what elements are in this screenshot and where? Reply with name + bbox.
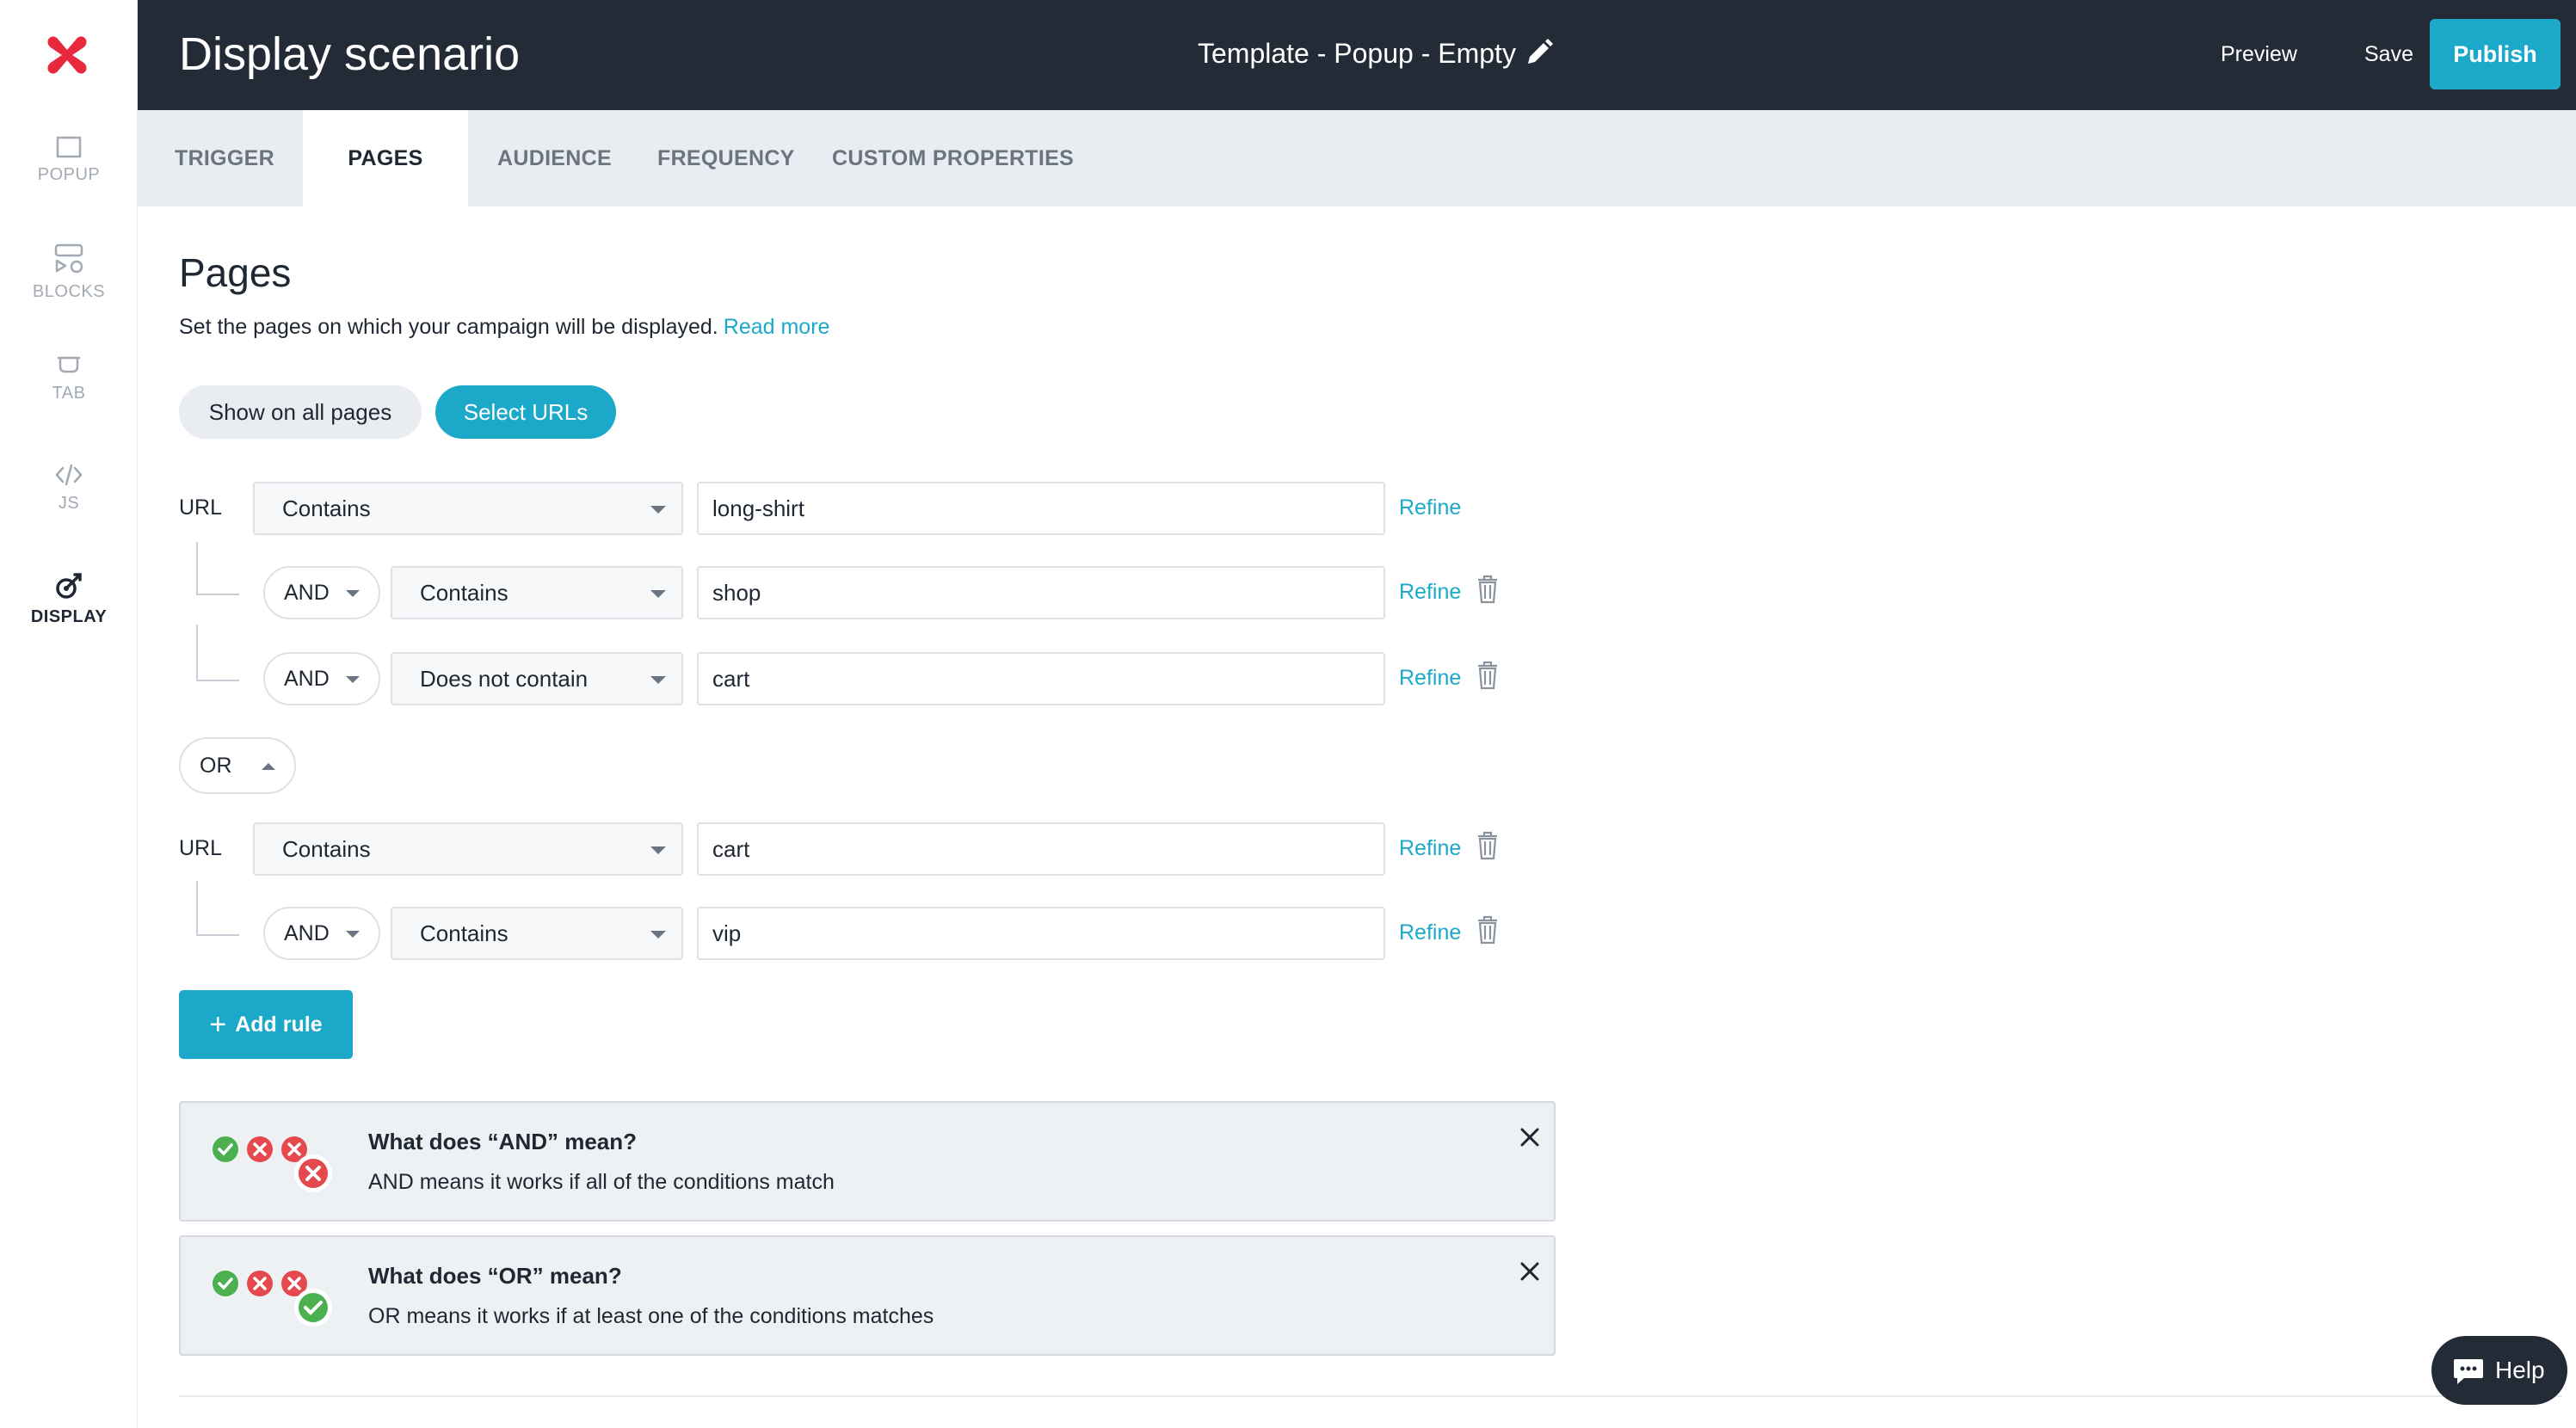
operator-select[interactable]: AND — [263, 907, 380, 960]
trash-icon[interactable] — [1476, 575, 1499, 604]
url-value-input[interactable] — [697, 482, 1385, 535]
sidebar-item-tab[interactable]: TAB — [0, 354, 138, 449]
blocks-icon — [54, 243, 83, 274]
publish-button[interactable]: Publish — [2430, 19, 2561, 89]
refine-link[interactable]: Refine — [1399, 836, 1461, 861]
popup-icon — [56, 136, 82, 158]
refine-link[interactable]: Refine — [1399, 495, 1461, 520]
condition-value: Contains — [282, 495, 371, 521]
help-label: Help — [2495, 1357, 2545, 1383]
condition-result-icons — [213, 1136, 332, 1192]
condition-select[interactable]: Contains — [391, 566, 683, 619]
info-text: AND means it works if all of the conditi… — [368, 1170, 835, 1194]
add-rule-button[interactable]: + Add rule — [179, 990, 353, 1059]
operator-value: AND — [284, 921, 330, 945]
info-title: What does “OR” mean? — [368, 1263, 622, 1289]
plus-icon: + — [209, 1007, 227, 1041]
condition-value: Does not contain — [420, 666, 589, 692]
trash-icon[interactable] — [1476, 661, 1499, 690]
tab-icon — [58, 356, 80, 373]
info-text: OR means it works if at least one of the… — [368, 1304, 934, 1328]
group-operator-select[interactable]: OR — [179, 737, 296, 794]
chat-icon — [2454, 1359, 2483, 1384]
rule-connector — [196, 625, 239, 681]
pencil-icon[interactable] — [1525, 38, 1554, 67]
chevron-up-icon — [262, 763, 275, 770]
operator-value: AND — [284, 667, 330, 691]
info-box-and: What does “AND” mean? AND means it works… — [179, 1101, 1556, 1222]
app-logo — [47, 36, 87, 74]
close-icon[interactable] — [1514, 1256, 1545, 1287]
condition-value: Contains — [420, 580, 508, 606]
save-button[interactable]: Save — [2364, 42, 2413, 67]
sidebar-item-popup[interactable]: POPUP — [0, 136, 138, 231]
left-sidebar: POPUP BLOCKS TAB JS DISPLAY — [0, 0, 138, 1428]
rule-connector — [196, 881, 239, 936]
chevron-down-icon — [650, 506, 666, 514]
description-text: Set the pages on which your campaign wil… — [179, 315, 718, 339]
condition-select[interactable]: Does not contain — [391, 652, 683, 705]
section-description: Set the pages on which your campaign wil… — [179, 315, 829, 340]
sidebar-item-label: BLOCKS — [32, 282, 106, 301]
sidebar-item-display[interactable]: DISPLAY — [0, 571, 138, 666]
refine-link[interactable]: Refine — [1399, 920, 1461, 945]
condition-value: Contains — [420, 920, 508, 946]
refine-link[interactable]: Refine — [1399, 580, 1461, 605]
condition-select[interactable]: Contains — [253, 822, 683, 876]
page-title: Display scenario — [179, 28, 521, 80]
url-value-input[interactable] — [697, 566, 1385, 619]
operator-select[interactable]: AND — [263, 566, 380, 619]
tab-audience[interactable]: AUDIENCE — [497, 110, 612, 206]
chevron-down-icon — [650, 931, 666, 939]
chevron-down-icon — [346, 931, 360, 938]
tab-trigger[interactable]: TRIGGER — [175, 110, 274, 206]
tab-custom-properties[interactable]: CUSTOM PROPERTIES — [832, 110, 1074, 206]
chevron-down-icon — [650, 676, 666, 684]
sidebar-item-label: TAB — [52, 384, 86, 403]
url-value-input[interactable] — [697, 652, 1385, 705]
condition-select[interactable]: Contains — [391, 907, 683, 960]
refine-link[interactable]: Refine — [1399, 666, 1461, 691]
sidebar-item-blocks[interactable]: BLOCKS — [0, 243, 138, 337]
chevron-down-icon — [346, 590, 360, 597]
url-value-input[interactable] — [697, 907, 1385, 960]
trash-icon[interactable] — [1476, 915, 1499, 945]
chevron-down-icon — [346, 676, 360, 683]
sidebar-item-label: DISPLAY — [30, 607, 108, 626]
close-icon[interactable] — [1514, 1122, 1545, 1153]
tab-frequency[interactable]: FREQUENCY — [657, 110, 795, 206]
section-title: Pages — [179, 250, 292, 295]
show-all-pages-button[interactable]: Show on all pages — [179, 385, 422, 439]
info-box-or: What does “OR” mean? OR means it works i… — [179, 1235, 1556, 1356]
sidebar-item-js[interactable]: JS — [0, 463, 138, 557]
condition-select[interactable]: Contains — [253, 482, 683, 535]
tab-bar: TRIGGER PAGES AUDIENCE FREQUENCY CUSTOM … — [138, 110, 2576, 206]
read-more-link[interactable]: Read more — [724, 315, 830, 339]
select-urls-button[interactable]: Select URLs — [435, 385, 616, 439]
target-icon — [56, 573, 82, 599]
chevron-down-icon — [650, 590, 666, 598]
sidebar-item-label: JS — [58, 494, 80, 513]
url-label: URL — [179, 495, 223, 520]
trash-icon[interactable] — [1476, 831, 1499, 860]
help-button[interactable]: Help — [2431, 1336, 2567, 1405]
condition-value: Contains — [282, 836, 371, 862]
group-operator-value: OR — [200, 754, 232, 778]
url-label: URL — [179, 836, 223, 860]
rule-connector — [196, 542, 239, 595]
url-value-input[interactable] — [697, 822, 1385, 876]
add-rule-label: Add rule — [235, 1012, 323, 1037]
top-header: Display scenario Template - Popup - Empt… — [138, 0, 2576, 110]
info-title: What does “AND” mean? — [368, 1129, 638, 1154]
operator-select[interactable]: AND — [263, 652, 380, 705]
divider — [179, 1395, 2562, 1397]
chevron-down-icon — [650, 846, 666, 854]
tab-pages[interactable]: PAGES — [303, 110, 468, 206]
template-name[interactable]: Template - Popup - Empty — [1198, 38, 1516, 70]
code-icon — [55, 464, 83, 486]
condition-result-icons — [213, 1271, 332, 1326]
preview-button[interactable]: Preview — [2221, 42, 2297, 67]
sidebar-item-label: POPUP — [37, 165, 101, 184]
operator-value: AND — [284, 581, 330, 605]
